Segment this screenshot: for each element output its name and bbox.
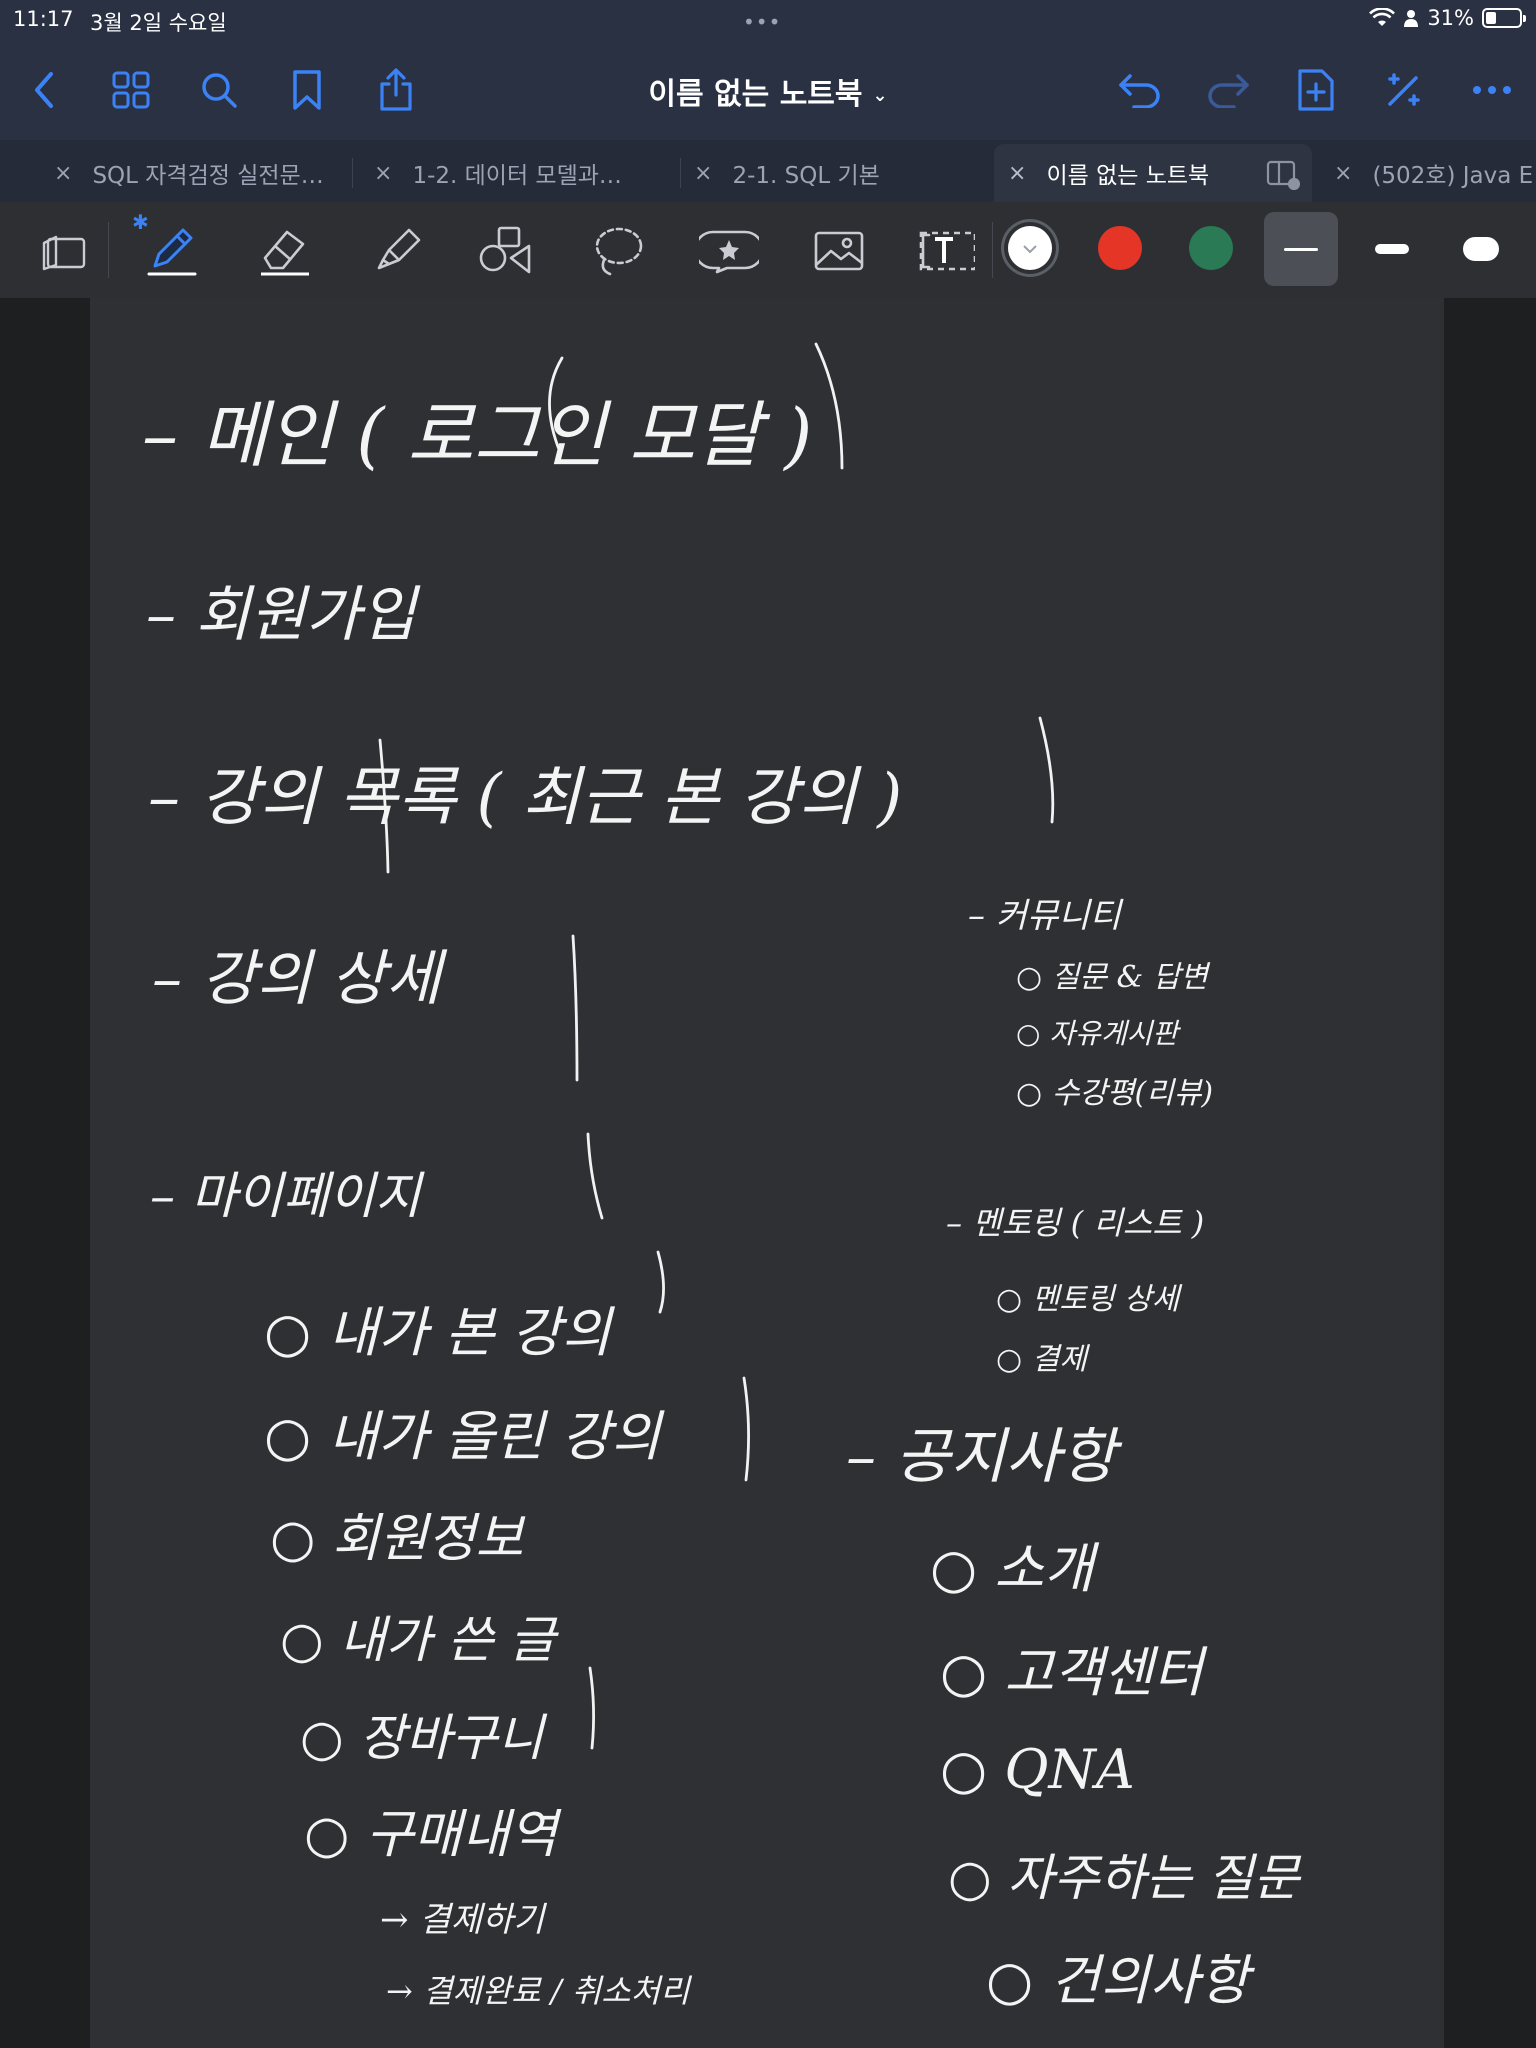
status-date: 3월 2일 수요일 [90, 11, 227, 35]
tab-sql-basic[interactable]: × 2-1. SQL 기본 [680, 144, 980, 202]
stroke-width-thick[interactable] [1444, 212, 1518, 286]
close-icon[interactable]: × [374, 161, 392, 186]
note-line: ○ 수강평(리뷰) [1016, 1076, 1214, 1111]
close-icon[interactable]: × [694, 161, 712, 186]
note-canvas[interactable]: – 메인 ( 로그인 모달 ) – 회원가입 – 강의 목록 ( 최근 본 강의… [0, 298, 1536, 2048]
status-indicators: 31% [1369, 6, 1526, 30]
note-line: – 커뮤니티 [968, 896, 1121, 936]
note-line: ○ 회원정보 [270, 1509, 524, 1569]
pen-icon[interactable] [137, 216, 207, 286]
note-line: ○ 장바구니 [300, 1709, 544, 1767]
note-line: → 결제하기 [380, 1900, 545, 1940]
notebook-title[interactable]: 이름 없는 노트북 ⌄ [560, 69, 976, 113]
bookmark-icon[interactable] [279, 62, 335, 118]
chevron-down-icon: ⌄ [872, 85, 888, 106]
more-icon[interactable] [1464, 62, 1520, 118]
redo-icon[interactable] [1200, 62, 1256, 118]
color-swatch-green[interactable] [1189, 226, 1233, 270]
note-line: – 메인 ( 로그인 모달 ) [142, 393, 813, 477]
tab-label: 이름 없는 노트북 [1046, 163, 1210, 189]
note-line: – 공지사항 [846, 1422, 1116, 1492]
note-line: – 회원가입 [146, 580, 416, 650]
battery-icon [1482, 8, 1526, 28]
color-swatch-white[interactable] [1008, 226, 1052, 270]
color-swatch-red[interactable] [1098, 226, 1142, 270]
note-line: ○ 내가 본 강의 [264, 1301, 612, 1364]
image-icon[interactable] [804, 216, 874, 286]
tab-java[interactable]: × (502호) Java E [1320, 144, 1536, 202]
tab-bar: × SQL 자격검정 실전문… × 1-2. 데이터 모델과… × 2-1. S… [0, 140, 1536, 202]
search-icon[interactable] [191, 62, 247, 118]
status-bar: 11:17 3월 2일 수요일 ••• 31% [0, 0, 1536, 40]
tab-untitled-notebook[interactable]: × 이름 없는 노트북 [994, 144, 1312, 202]
text-icon[interactable] [912, 216, 982, 286]
stroke-width-medium[interactable] [1355, 212, 1429, 286]
note-line: → 결제완료 / 취소처리 [386, 1972, 690, 2010]
tab-label: SQL 자격검정 실전문… [92, 163, 324, 189]
shapes-icon[interactable] [472, 216, 542, 286]
eraser-icon[interactable] [250, 216, 320, 286]
note-line: ○ 내가 올린 강의 [264, 1405, 661, 1468]
tab-data-model[interactable]: × 1-2. 데이터 모델과… [360, 144, 676, 202]
tab-divider [352, 158, 353, 188]
note-line: ○ 자주하는 질문 [948, 1849, 1300, 1907]
note-line: – 강의 목록 ( 최근 본 강의 ) [148, 761, 903, 835]
split-view-icon[interactable] [1266, 160, 1300, 190]
note-line: ○ 멘토링 상세 [996, 1282, 1180, 1317]
lasso-icon[interactable] [583, 216, 653, 286]
note-line: ○ 구매내역 [304, 1805, 558, 1865]
drawing-toolbar: ✱ [0, 202, 1536, 298]
note-line: ○ 소개 [930, 1537, 1094, 1600]
note-line: – 강의 상세 [152, 944, 441, 1014]
battery-fill [1486, 12, 1496, 24]
swatch-chevron-icon [1008, 226, 1052, 270]
note-line: ○ 건의사항 [986, 1949, 1250, 2012]
notebook-title-text: 이름 없는 노트북 [648, 77, 863, 112]
person-icon [1404, 10, 1419, 27]
toolbar-divider [992, 222, 993, 278]
note-line: ○ 자유게시판 [1016, 1017, 1179, 1050]
ai-sparkle-icon[interactable] [1376, 62, 1432, 118]
sticker-icon[interactable] [694, 216, 764, 286]
note-line: ○ 질문 & 답변 [1016, 960, 1208, 995]
read-mode-icon[interactable] [30, 216, 100, 286]
note-page[interactable]: – 메인 ( 로그인 모달 ) – 회원가입 – 강의 목록 ( 최근 본 강의… [90, 298, 1444, 2048]
nav-bar: 이름 없는 노트북 ⌄ [0, 44, 1536, 134]
app-header: 11:17 3월 2일 수요일 ••• 31% 이름 없는 노트북 ⌄ [0, 0, 1536, 140]
note-line: – 마이페이지 [150, 1167, 421, 1225]
close-icon[interactable]: × [1008, 161, 1026, 186]
tab-label: (502호) Java E [1372, 163, 1534, 189]
note-line: ○ 고객센터 [940, 1641, 1204, 1704]
note-line: – 멘토링 ( 리스트 ) [946, 1204, 1205, 1242]
note-line: ○ 내가 쓴 글 [280, 1611, 556, 1669]
share-icon[interactable] [368, 62, 424, 118]
add-page-icon[interactable] [1288, 62, 1344, 118]
tab-sql-practice[interactable]: × SQL 자격검정 실전문… [40, 144, 350, 202]
tab-label: 1-2. 데이터 모델과… [412, 163, 622, 189]
note-line: ○ QNA [940, 1738, 1135, 1801]
highlighter-icon[interactable] [364, 216, 434, 286]
stroke-width-thin[interactable] [1264, 212, 1338, 286]
undo-icon[interactable] [1112, 62, 1168, 118]
close-icon[interactable]: × [54, 161, 72, 186]
tab-label: 2-1. SQL 기본 [732, 163, 880, 189]
battery-percent: 31% [1427, 6, 1474, 30]
back-chevron-icon[interactable] [16, 62, 72, 118]
multitask-handle[interactable]: ••• [743, 10, 781, 34]
close-icon[interactable]: × [1334, 161, 1352, 186]
grid-icon[interactable] [103, 62, 159, 118]
wifi-icon [1369, 8, 1396, 26]
toolbar-divider [108, 222, 109, 278]
note-line: ○ 결제 [996, 1342, 1087, 1377]
status-time: 11:17 [13, 7, 74, 31]
